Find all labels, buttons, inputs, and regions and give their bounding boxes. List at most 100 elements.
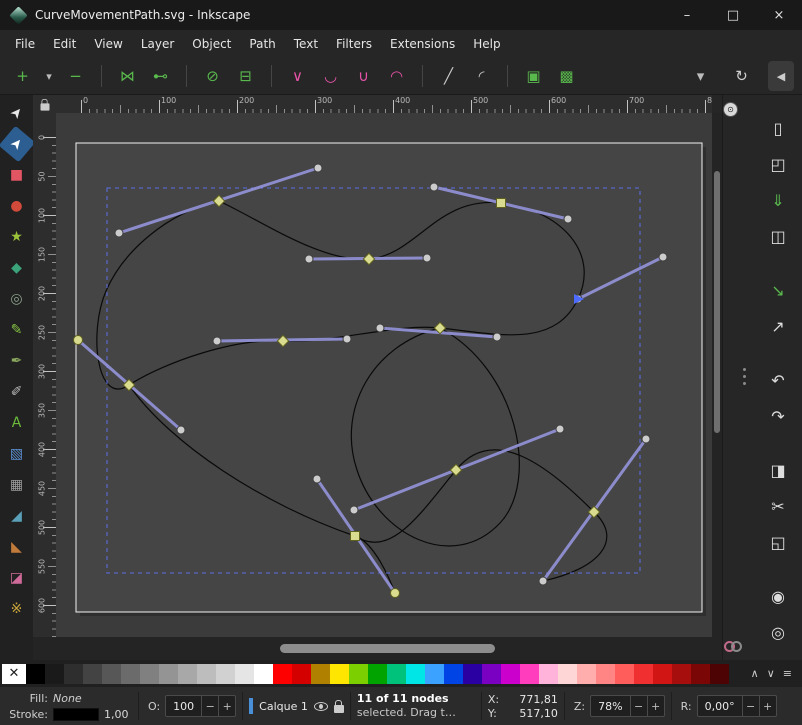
node-tool-icon[interactable]: ➤ <box>0 126 35 163</box>
maximize-button[interactable]: □ <box>710 0 756 30</box>
palette-swatch[interactable] <box>653 664 672 684</box>
calligraphy-tool-icon[interactable]: ✐ <box>4 379 30 405</box>
print-document-icon[interactable]: ◫ <box>763 221 793 251</box>
handle-endpoint[interactable] <box>177 426 185 434</box>
palette-swatch[interactable] <box>368 664 387 684</box>
handle-endpoint[interactable] <box>556 425 564 433</box>
palette-swatch[interactable] <box>64 664 83 684</box>
canvas-svg[interactable] <box>56 113 712 637</box>
stroke-to-path-icon[interactable]: ▩ <box>552 62 581 90</box>
box3d-tool-icon[interactable]: ◆ <box>4 255 30 281</box>
drawing-canvas[interactable] <box>56 113 712 637</box>
palette-swatch[interactable] <box>406 664 425 684</box>
symmetric-node-icon[interactable]: ∪ <box>349 62 378 90</box>
palette-swatch[interactable] <box>634 664 653 684</box>
palette-swatch[interactable] <box>216 664 235 684</box>
vertical-scrollbar-thumb[interactable] <box>714 171 720 433</box>
undo-icon[interactable]: ↶ <box>763 365 793 395</box>
palette-swatch[interactable] <box>463 664 482 684</box>
palette-swatch[interactable] <box>520 664 539 684</box>
palette-swatch[interactable] <box>197 664 216 684</box>
close-button[interactable]: × <box>756 0 802 30</box>
pencil-tool-icon[interactable]: ✎ <box>4 317 30 343</box>
stroke-color-swatch[interactable] <box>53 708 99 721</box>
layer-visibility-icon[interactable] <box>314 702 328 711</box>
horizontal-ruler[interactable]: 0100200300400500600700800 <box>56 95 712 113</box>
handle-endpoint[interactable] <box>642 435 650 443</box>
menu-filters[interactable]: Filters <box>327 33 381 55</box>
menu-extensions[interactable]: Extensions <box>381 33 464 55</box>
palette-swatch[interactable] <box>140 664 159 684</box>
menu-text[interactable]: Text <box>285 33 327 55</box>
handle-endpoint[interactable] <box>564 215 572 223</box>
cut-icon[interactable]: ✂ <box>763 491 793 521</box>
coords-dropdown-icon[interactable]: ▾ <box>686 62 715 90</box>
fill-stroke-indicator[interactable]: Fill: None Stroke: 1,00 <box>0 691 132 722</box>
palette-swatch[interactable] <box>311 664 330 684</box>
menu-layer[interactable]: Layer <box>132 33 183 55</box>
delete-segment-icon[interactable]: ⊟ <box>231 62 260 90</box>
zoom-decrease-button[interactable]: − <box>630 696 647 716</box>
open-document-icon[interactable]: ◰ <box>763 149 793 179</box>
join-with-segment-icon[interactable]: ⊷ <box>146 62 175 90</box>
export-image-icon[interactable]: ↗ <box>763 311 793 341</box>
menu-file[interactable]: File <box>6 33 44 55</box>
handle-endpoint[interactable] <box>313 475 321 483</box>
object-to-path-icon[interactable]: ▣ <box>519 62 548 90</box>
palette-swatch[interactable] <box>387 664 406 684</box>
zoom-value[interactable]: 78% <box>591 696 629 716</box>
palette-menu-icon[interactable]: ≡ <box>783 667 792 680</box>
layer-selector[interactable]: Calque 1 <box>259 700 308 713</box>
segment-to-line-icon[interactable]: ╱ <box>434 62 463 90</box>
redo-icon[interactable]: ↷ <box>763 401 793 431</box>
selector-tool-icon[interactable]: ➤ <box>0 95 35 132</box>
opacity-value[interactable]: 100 <box>166 696 201 716</box>
opacity-spinner[interactable]: 100 − + <box>165 695 236 717</box>
palette-swatch[interactable] <box>102 664 121 684</box>
menu-object[interactable]: Object <box>183 33 240 55</box>
color-managed-view-icon[interactable] <box>724 641 744 655</box>
rotation-spinner[interactable]: 0,00° − + <box>697 695 777 717</box>
palette-swatch[interactable] <box>26 664 45 684</box>
menu-help[interactable]: Help <box>464 33 509 55</box>
handle-endpoint[interactable] <box>493 333 501 341</box>
horizontal-scrollbar[interactable] <box>33 637 722 660</box>
segment-to-curve-icon[interactable]: ◜ <box>467 62 496 90</box>
handle-endpoint[interactable] <box>343 335 351 343</box>
duplicate-icon[interactable]: ◨ <box>763 455 793 485</box>
panel-resize-handle[interactable] <box>742 368 746 385</box>
palette-swatch[interactable] <box>83 664 102 684</box>
rotation-decrease-button[interactable]: − <box>742 696 759 716</box>
handle-endpoint[interactable] <box>350 506 358 514</box>
palette-swatch[interactable] <box>482 664 501 684</box>
join-nodes-icon[interactable]: ⋈ <box>113 62 142 90</box>
snapbar-collapse-button[interactable]: ◀ <box>768 61 794 91</box>
palette-swatch[interactable] <box>235 664 254 684</box>
palette-swatch[interactable] <box>349 664 368 684</box>
handle-endpoint[interactable] <box>659 253 667 261</box>
palette-swatch[interactable] <box>577 664 596 684</box>
palette-swatch[interactable] <box>672 664 691 684</box>
paint-bucket-tool-icon[interactable]: ◣ <box>4 534 30 560</box>
star-tool-icon[interactable]: ★ <box>4 224 30 250</box>
palette-swatch[interactable] <box>330 664 349 684</box>
spiral-tool-icon[interactable]: ◎ <box>4 286 30 312</box>
minimize-button[interactable]: – <box>664 0 710 30</box>
menu-view[interactable]: View <box>85 33 131 55</box>
palette-swatch[interactable] <box>558 664 577 684</box>
new-document-icon[interactable]: ▯ <box>763 113 793 143</box>
dropper-tool-icon[interactable]: ◢ <box>4 503 30 529</box>
ellipse-tool-icon[interactable]: ● <box>4 193 30 219</box>
palette-swatch[interactable] <box>425 664 444 684</box>
handle-endpoint[interactable] <box>314 164 322 172</box>
palette-swatch[interactable] <box>615 664 634 684</box>
path-node-end[interactable] <box>74 336 83 345</box>
palette-swatch[interactable] <box>596 664 615 684</box>
palette-scroll-up-icon[interactable]: ∧ <box>751 667 759 680</box>
handle-endpoint[interactable] <box>539 577 547 585</box>
opacity-increase-button[interactable]: + <box>218 696 235 716</box>
layer-lock-icon[interactable] <box>334 705 344 713</box>
handle-endpoint[interactable] <box>115 229 123 237</box>
zoom-increase-button[interactable]: + <box>647 696 664 716</box>
insert-node-options-icon[interactable]: ▾ <box>41 62 57 90</box>
